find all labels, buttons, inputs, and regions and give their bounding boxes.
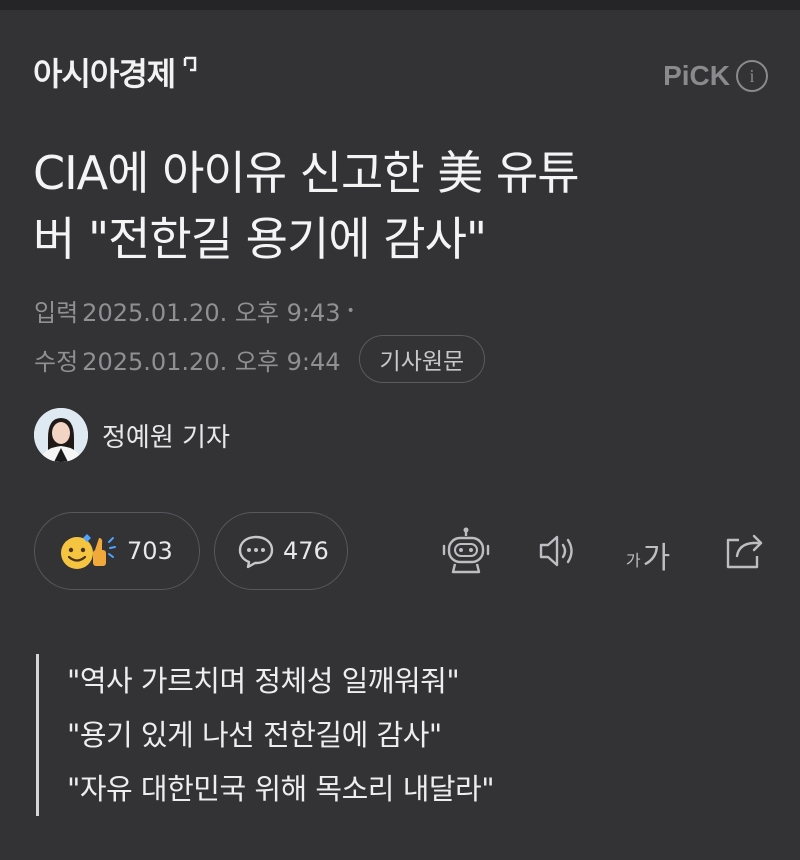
info-icon[interactable]: i (736, 60, 768, 92)
headline-line-1: CIA에 아이유 신고한 美 유튜 (33, 146, 580, 200)
press-name: 아시아경제 (33, 55, 176, 93)
input-label: 입력 (34, 299, 79, 327)
tts-button[interactable] (532, 525, 584, 577)
quote-line: "용기 있게 나선 전한길에 감사" (67, 718, 442, 752)
font-large-glyph: 가 (642, 541, 671, 576)
comment-count: 476 (283, 537, 329, 565)
article-headline: CIA에 아이유 신고한 美 유튜 버 "전한길 용기에 감사" (33, 140, 763, 272)
article-summary-quotes: "역사 가르치며 정체성 일깨워줘" "용기 있게 나선 전한길에 감사" "자… (36, 654, 495, 816)
quote-line: "자유 대한민국 위해 목소리 내달라" (67, 772, 495, 806)
pick-badge[interactable]: PiCK i (663, 60, 768, 92)
input-timestamp: 입력 2025.01.20. 오후 9:43 • (34, 293, 355, 328)
edit-timestamp: 수정 2025.01.20. 오후 9:44 기사원문 (34, 335, 486, 383)
share-button[interactable] (718, 525, 770, 577)
original-article-button[interactable]: 기사원문 (358, 335, 486, 383)
reporter-photo-icon (34, 408, 88, 462)
status-bar (0, 0, 800, 10)
edit-label: 수정 (34, 347, 79, 376)
speaker-icon (539, 535, 573, 567)
reaction-count: 703 (127, 537, 173, 565)
reaction-icon (61, 534, 116, 569)
comment-icon (238, 535, 274, 569)
headline-line-2: 버 "전한길 용기에 감사" (33, 212, 487, 266)
pick-label: PiCK (663, 60, 730, 91)
share-icon (726, 534, 763, 569)
input-time: 2025.01.20. 오후 9:43 (82, 299, 341, 327)
font-size-button[interactable]: 가 가 (620, 525, 676, 577)
press-logo[interactable]: 아시아경제 (33, 54, 197, 94)
robot-summary-icon (442, 527, 490, 574)
font-small-glyph: 가 (625, 551, 641, 570)
reaction-button[interactable]: 703 (34, 512, 200, 590)
reporter-info[interactable]: 정예원 기자 (34, 408, 230, 462)
reporter-name[interactable]: 정예원 기자 (102, 417, 230, 454)
edit-time: 2025.01.20. 오후 9:44 (82, 347, 341, 376)
quote-line: "역사 가르치며 정체성 일깨워줘" (67, 664, 460, 698)
separator-dot: • (346, 302, 355, 319)
summary-button[interactable] (440, 525, 492, 577)
press-mark-icon (183, 56, 197, 72)
comment-button[interactable]: 476 (214, 512, 348, 590)
reporter-avatar[interactable] (34, 408, 88, 462)
